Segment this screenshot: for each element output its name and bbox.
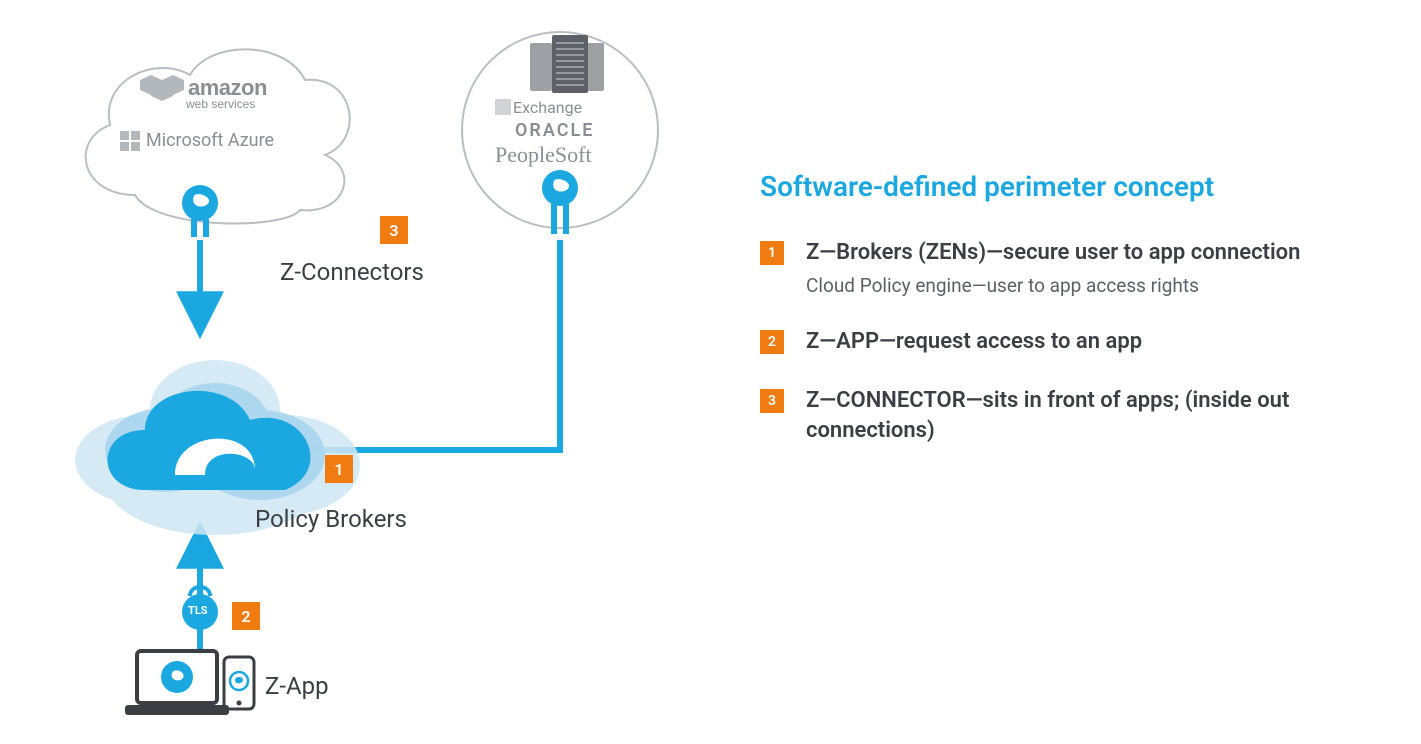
concept-item-2: 2 Z—APP—request access to an app [760,327,1360,357]
zconnectors-label: Z-Connectors [280,258,424,286]
aws-boxes-icon [140,75,184,101]
zconnector-right-icon [538,170,582,240]
oracle-text: ORACLE [515,120,594,141]
item-1-sub: Cloud Policy engine—user to app access r… [806,274,1300,297]
azure-logo: Microsoft Azure [120,130,274,151]
item-3-title: Z—CONNECTOR—sits in front of apps; (insi… [806,386,1360,445]
zconnector-left-icon [178,185,222,241]
concept-panel: Software-defined perimeter concept 1 Z—B… [760,170,1360,476]
diagram-badge-2: 2 [232,602,260,630]
phone-icon [222,655,256,713]
concept-item-3: 3 Z—CONNECTOR—sits in front of apps; (in… [760,386,1360,445]
item-1-title: Z—Brokers (ZENs)—secure user to app conn… [806,238,1300,268]
tls-text: TLS [188,604,208,617]
servers-icon [530,35,610,95]
panel-title: Software-defined perimeter concept [760,170,1360,203]
badge-3: 3 [760,389,784,413]
aws-subtext: web services [186,97,267,111]
aws-logo: amazon web services [140,75,267,111]
architecture-diagram: amazon web services Microsoft Azure [0,0,720,744]
windows-icon [120,131,140,151]
concept-item-1: 1 Z—Brokers (ZENs)—secure user to app co… [760,238,1360,297]
item-2-title: Z—APP—request access to an app [806,327,1142,357]
diagram-badge-3: 3 [380,216,408,244]
exchange-text: Exchange [495,98,582,117]
policybrokers-label: Policy Brokers [255,505,407,533]
badge-2: 2 [760,330,784,354]
zapp-label: Z-App [265,672,329,700]
badge-1: 1 [760,241,784,265]
diagram-badge-1: 1 [325,455,353,483]
peoplesoft-text: PeopleSoft [495,142,592,168]
azure-text: Microsoft Azure [146,130,274,151]
